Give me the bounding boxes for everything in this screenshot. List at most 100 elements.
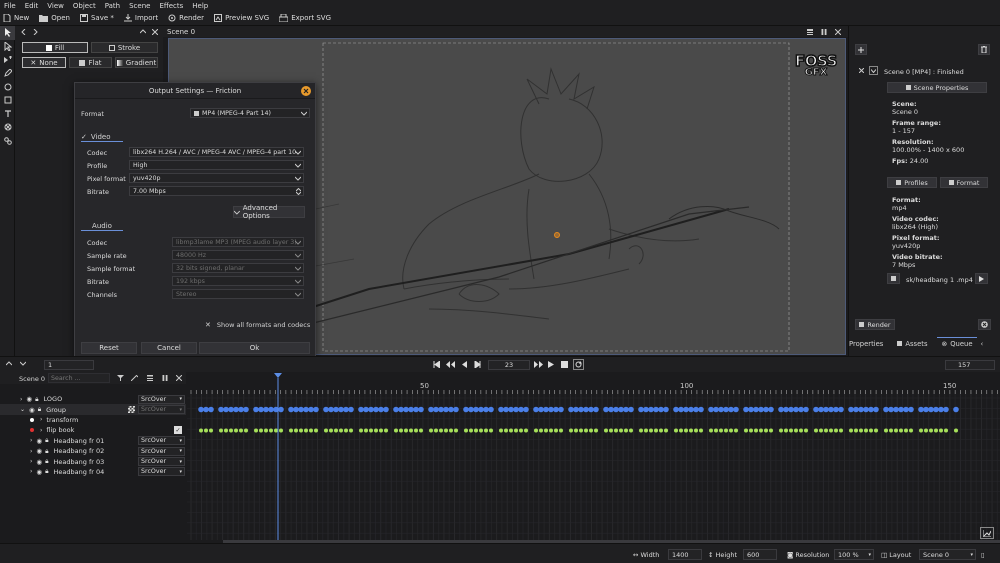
height-input[interactable]: 600 — [743, 549, 777, 560]
stroke-tab[interactable]: Stroke — [91, 42, 158, 53]
layer-row-headbang-04[interactable]: › ◉ 🔒︎ Headbang fr 04 SrcOver ▾ — [0, 467, 186, 477]
eye-icon[interactable]: ◉ — [36, 458, 42, 466]
audio-section-header[interactable]: Audio — [81, 222, 123, 231]
fill-gradient-button[interactable]: Gradient — [115, 57, 158, 68]
remove-item-icon[interactable] — [859, 68, 864, 73]
video-section-header[interactable]: ✓ Video — [81, 133, 123, 142]
add-node-tool[interactable] — [0, 53, 15, 67]
blend-mode-select[interactable]: SrcOver ▾ — [138, 436, 185, 446]
profile-select[interactable]: High — [129, 160, 304, 170]
lock-icon[interactable]: 🔒︎ — [38, 405, 41, 414]
audio-codec-select[interactable]: libmp3lame MP3 (MPEG audio layer 3) — [172, 237, 304, 247]
checker-icon[interactable] — [128, 406, 135, 414]
chevron-up-icon[interactable] — [6, 361, 12, 366]
lock-icon[interactable]: 🔒︎ — [35, 395, 38, 404]
ok-button[interactable]: Ok — [199, 342, 310, 354]
dialog-close-icon[interactable] — [301, 86, 311, 96]
chevron-up-icon[interactable] — [140, 29, 146, 34]
property-row-flip-book[interactable]: › flip book ✓ — [0, 425, 186, 435]
menu-effects[interactable]: Effects — [159, 2, 183, 10]
circle-tool[interactable] — [0, 80, 15, 94]
expand-arrow-icon[interactable]: › — [30, 448, 32, 455]
checkbox-checked[interactable]: ✓ — [174, 426, 182, 435]
null-object-tool[interactable] — [0, 121, 15, 135]
tab-assets[interactable]: Assets — [897, 340, 927, 348]
close-scene-icon[interactable] — [835, 29, 841, 35]
menu-lines-icon[interactable] — [147, 375, 153, 381]
eye-icon[interactable]: ◉ — [29, 406, 35, 414]
next-frame-icon[interactable] — [474, 361, 481, 368]
expand-arrow-icon[interactable]: › — [40, 416, 42, 423]
property-row-transform[interactable]: › transform — [0, 415, 186, 425]
import-button[interactable]: Import — [123, 14, 158, 22]
layer-row-logo[interactable]: › ◉ 🔒︎ LOGO SrcOver ▾ — [0, 394, 186, 404]
graph-editor-toggle[interactable] — [980, 527, 994, 539]
filter-icon[interactable] — [117, 375, 124, 381]
menu-file[interactable]: File — [4, 2, 16, 10]
timeline-tracks[interactable]: 50 100 150 — [187, 372, 1000, 543]
export-svg-button[interactable]: Export SVG — [279, 14, 331, 22]
advanced-options-button[interactable]: Advanced Options — [233, 204, 305, 220]
layer-row-group[interactable]: ⌄ ◉ 🔒︎ Group SrcOver ▾ — [0, 404, 186, 415]
tabs-scroll-left-icon[interactable]: ‹ — [981, 340, 984, 348]
close-icon[interactable] — [176, 375, 182, 381]
layer-search-input[interactable]: Search ... — [48, 373, 110, 383]
render-queue-button[interactable]: Render — [855, 319, 895, 330]
resolution-select[interactable]: 100 % ▾ — [834, 549, 874, 560]
menu-help[interactable]: Help — [192, 2, 208, 10]
blend-mode-select[interactable]: SrcOver ▾ — [138, 467, 185, 477]
start-frame-input[interactable]: 1 — [44, 360, 94, 370]
audio-bitrate-select[interactable]: 192 kbps — [172, 276, 304, 286]
eye-icon[interactable]: ◉ — [36, 437, 42, 445]
profiles-button[interactable]: Profiles — [887, 177, 937, 188]
format-button[interactable]: Format — [940, 177, 988, 188]
channels-select[interactable]: Stereo — [172, 289, 304, 299]
save-button[interactable]: Save * — [79, 14, 114, 22]
end-frame-input[interactable]: 157 — [945, 360, 995, 370]
text-tool[interactable] — [0, 107, 15, 121]
skip-start-icon[interactable] — [433, 361, 440, 368]
lock-icon[interactable]: 🔒︎ — [45, 447, 48, 456]
fill-tab[interactable]: Fill — [22, 42, 88, 53]
show-all-formats-checkbox[interactable]: ✕ Show all formats and codecs — [205, 321, 310, 329]
chevron-left-icon[interactable] — [21, 29, 26, 35]
panel-toggle-icon[interactable]: ▯ — [981, 551, 985, 559]
expand-arrow-icon[interactable]: › — [40, 427, 42, 434]
tab-queue[interactable]: ⊗ Queue — [937, 337, 977, 350]
chevron-right-icon[interactable] — [33, 29, 38, 35]
eye-icon[interactable]: ◉ — [36, 468, 42, 476]
scene-tab[interactable]: Scene 0 — [167, 28, 195, 36]
bitrate-spinbox[interactable]: 7.00 Mbps — [129, 186, 304, 196]
width-input[interactable]: 1400 — [668, 549, 702, 560]
prev-keyframe-icon[interactable] — [446, 361, 455, 368]
menu-edit[interactable]: Edit — [25, 2, 39, 10]
expand-arrow-icon[interactable]: › — [30, 458, 32, 465]
open-button[interactable]: Open — [39, 14, 70, 22]
stop-icon[interactable] — [561, 361, 568, 368]
sample-format-select[interactable]: 32 bits signed, planar — [172, 263, 304, 273]
scene-properties-button[interactable]: Scene Properties — [887, 82, 987, 93]
wand-icon[interactable] — [131, 375, 138, 381]
loop-toggle[interactable] — [573, 359, 584, 370]
lock-icon[interactable]: 🔒︎ — [45, 436, 48, 445]
layer-row-headbang-01[interactable]: › ◉ 🔒︎ Headbang fr 01 SrcOver ▾ — [0, 436, 186, 446]
cancel-button[interactable]: Cancel — [141, 342, 197, 354]
close-icon[interactable] — [152, 29, 158, 35]
stop-render-button[interactable] — [978, 319, 991, 330]
codec-select[interactable]: libx264 H.264 / AVC / MPEG-4 AVC / MPEG-… — [129, 147, 304, 157]
new-button[interactable]: New — [3, 14, 29, 22]
prev-frame-icon[interactable] — [461, 361, 468, 368]
select-tool[interactable] — [0, 26, 15, 40]
current-frame-input[interactable]: 23 — [488, 360, 530, 370]
format-select[interactable]: MP4 (MPEG-4 Part 14) — [190, 108, 310, 118]
pause-icon[interactable] — [821, 29, 827, 35]
blend-mode-select[interactable]: SrcOver ▾ — [138, 446, 185, 456]
preview-svg-button[interactable]: Preview SVG — [214, 14, 269, 22]
expand-arrow-icon[interactable]: › — [30, 468, 32, 475]
record-dot-icon[interactable] — [30, 428, 34, 433]
add-render-button[interactable] — [855, 44, 867, 55]
expand-arrow-icon[interactable]: › — [30, 437, 32, 444]
eye-icon[interactable]: ◉ — [36, 447, 42, 455]
pause-icon[interactable] — [162, 375, 168, 381]
menu-object[interactable]: Object — [73, 2, 96, 10]
